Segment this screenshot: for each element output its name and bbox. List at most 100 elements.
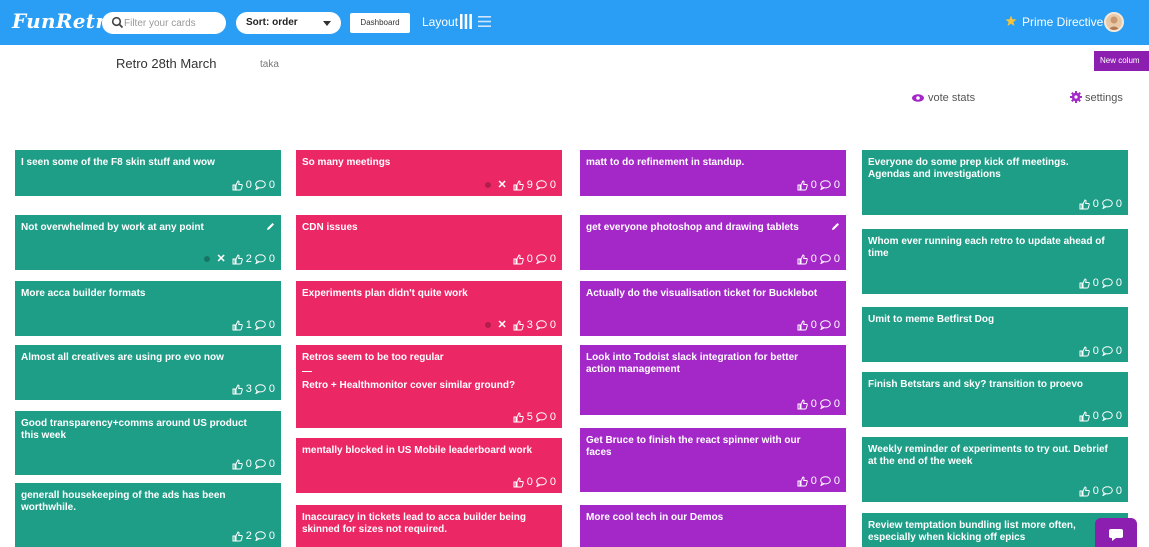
- thumbs-up-icon[interactable]: [797, 253, 808, 265]
- retro-card[interactable]: CDN issues 0 0: [296, 215, 562, 270]
- thumbs-up-icon[interactable]: [513, 179, 524, 191]
- edit-pencil-icon[interactable]: [266, 222, 275, 231]
- comment-icon[interactable]: [1102, 278, 1113, 288]
- comment-icon[interactable]: [536, 320, 547, 330]
- chat-button[interactable]: [1095, 518, 1137, 547]
- comment-count: 0: [549, 319, 556, 331]
- retro-card[interactable]: Everyone do some prep kick off meetings.…: [862, 150, 1128, 215]
- retro-card[interactable]: Finish Betstars and sky? transition to p…: [862, 372, 1128, 427]
- comment-icon[interactable]: [255, 180, 266, 190]
- retro-card[interactable]: Weekly reminder of experiments to try ou…: [862, 437, 1128, 502]
- thumbs-up-icon[interactable]: [797, 179, 808, 191]
- thumbs-up-icon[interactable]: [232, 319, 243, 331]
- comment-icon[interactable]: [1102, 199, 1113, 209]
- thumbs-up-icon[interactable]: [513, 411, 524, 423]
- retro-card[interactable]: More acca builder formats 1 0: [15, 281, 281, 336]
- comment-icon[interactable]: [255, 384, 266, 394]
- retro-card[interactable]: get everyone photoshop and drawing table…: [580, 215, 846, 270]
- comment-icon[interactable]: [536, 477, 547, 487]
- thumbs-up-icon[interactable]: [1079, 198, 1090, 210]
- delete-icon[interactable]: ✕: [498, 319, 507, 331]
- comment-count: 0: [268, 458, 275, 470]
- sort-select[interactable]: Sort: order: [236, 12, 341, 34]
- thumbs-up-icon[interactable]: [1079, 345, 1090, 357]
- retro-card[interactable]: Get Bruce to finish the react spinner wi…: [580, 428, 846, 492]
- comment-icon[interactable]: [1102, 346, 1113, 356]
- thumbs-up-icon[interactable]: [1079, 485, 1090, 497]
- search-input[interactable]: [124, 15, 222, 31]
- comment-count: 0: [1115, 410, 1122, 422]
- retro-card[interactable]: Experiments plan didn't quite work ✕ 3 0: [296, 281, 562, 336]
- retro-card[interactable]: Look into Todoist slack integration for …: [580, 345, 846, 415]
- comment-icon[interactable]: [820, 399, 831, 409]
- thumbs-up-icon[interactable]: [797, 319, 808, 331]
- thumbs-up-icon[interactable]: [232, 179, 243, 191]
- retro-card[interactable]: generall housekeeping of the ads has bee…: [15, 483, 281, 547]
- thumbs-up-icon[interactable]: [797, 398, 808, 410]
- retro-card[interactable]: More cool tech in our Demos00: [580, 505, 846, 547]
- delete-icon[interactable]: ✕: [498, 179, 507, 191]
- card-text: Retros seem to be too regular — Retro + He…: [302, 352, 544, 392]
- search-box[interactable]: [102, 12, 226, 34]
- retro-card[interactable]: Umit to meme Betfirst Dog 0 0: [862, 307, 1128, 362]
- retro-card[interactable]: I seen some of the F8 skin stuff and wow…: [15, 150, 281, 196]
- thumbs-up-icon[interactable]: [513, 319, 524, 331]
- comment-icon[interactable]: [255, 459, 266, 469]
- comment-icon[interactable]: [820, 254, 831, 264]
- card-text: Actually do the visualisation ticket for…: [586, 288, 828, 300]
- comment-icon[interactable]: [1102, 486, 1113, 496]
- comment-count: 0: [549, 253, 556, 265]
- card-footer: 50: [513, 411, 556, 423]
- comment-count: 0: [833, 179, 840, 191]
- thumbs-up-icon[interactable]: [797, 475, 808, 487]
- retro-card[interactable]: Good transparency+comms around US produc…: [15, 411, 281, 475]
- edit-pencil-icon[interactable]: [831, 222, 840, 231]
- new-column-button[interactable]: New colum: [1094, 51, 1149, 71]
- card-text: More acca builder formats: [21, 288, 263, 300]
- card-text: Finish Betstars and sky? transition to p…: [868, 379, 1110, 391]
- thumbs-up-icon[interactable]: [1079, 410, 1090, 422]
- prime-directive-link[interactable]: Prime Directive: [1022, 15, 1103, 29]
- comment-icon[interactable]: [536, 254, 547, 264]
- vote-stats-link[interactable]: vote stats: [928, 92, 975, 104]
- retro-card[interactable]: Almost all creatives are using pro evo n…: [15, 345, 281, 400]
- card-text-line: mentally blocked in US Mobile leaderboar…: [302, 445, 533, 456]
- comment-icon[interactable]: [255, 531, 266, 541]
- layout-rows-icon[interactable]: [478, 15, 491, 28]
- thumbs-up-icon[interactable]: [232, 253, 243, 265]
- comment-icon[interactable]: [255, 320, 266, 330]
- comment-icon[interactable]: [536, 180, 547, 190]
- settings-link[interactable]: settings: [1085, 92, 1123, 104]
- comment-count: 0: [549, 476, 556, 488]
- thumbs-up-icon[interactable]: [232, 383, 243, 395]
- comment-icon[interactable]: [255, 254, 266, 264]
- thumbs-up-icon[interactable]: [513, 253, 524, 265]
- avatar[interactable]: [1104, 12, 1124, 32]
- retro-card[interactable]: Inaccuracy in tickets lead to acca build…: [296, 505, 562, 547]
- dashboard-button[interactable]: Dashboard: [350, 13, 410, 33]
- comment-icon[interactable]: [820, 320, 831, 330]
- retro-card[interactable]: Not overwhelmed by work at any point ✕ 2 0: [15, 215, 281, 270]
- layout-columns-icon[interactable]: [460, 14, 472, 29]
- delete-icon[interactable]: ✕: [217, 253, 226, 265]
- card-footer: 00: [1079, 277, 1122, 289]
- thumbs-up-icon[interactable]: [513, 476, 524, 488]
- sort-value: Sort: order: [246, 17, 298, 28]
- thumbs-up-icon[interactable]: [232, 458, 243, 470]
- retro-card[interactable]: Retros seem to be too regular — Retro + He…: [296, 345, 562, 428]
- retro-card[interactable]: Actually do the visualisation ticket for…: [580, 281, 846, 336]
- thumbs-up-icon[interactable]: [232, 530, 243, 542]
- retro-card[interactable]: mentally blocked in US Mobile leaderboar…: [296, 438, 562, 493]
- retro-card[interactable]: Review temptation bundling list more oft…: [862, 513, 1128, 547]
- comment-icon[interactable]: [536, 412, 547, 422]
- retro-card[interactable]: matt to do refinement in standup. 0 0: [580, 150, 846, 196]
- comment-icon[interactable]: [1102, 411, 1113, 421]
- comment-icon[interactable]: [820, 476, 831, 486]
- thumbs-up-icon[interactable]: [1079, 277, 1090, 289]
- vote-count: 0: [1092, 277, 1099, 289]
- retro-card[interactable]: So many meetings ✕ 9 0: [296, 150, 562, 196]
- retro-card[interactable]: Whom ever running each retro to update a…: [862, 229, 1128, 294]
- card-text: More cool tech in our Demos: [586, 512, 828, 524]
- comment-icon[interactable]: [820, 180, 831, 190]
- comment-count: 0: [1115, 485, 1122, 497]
